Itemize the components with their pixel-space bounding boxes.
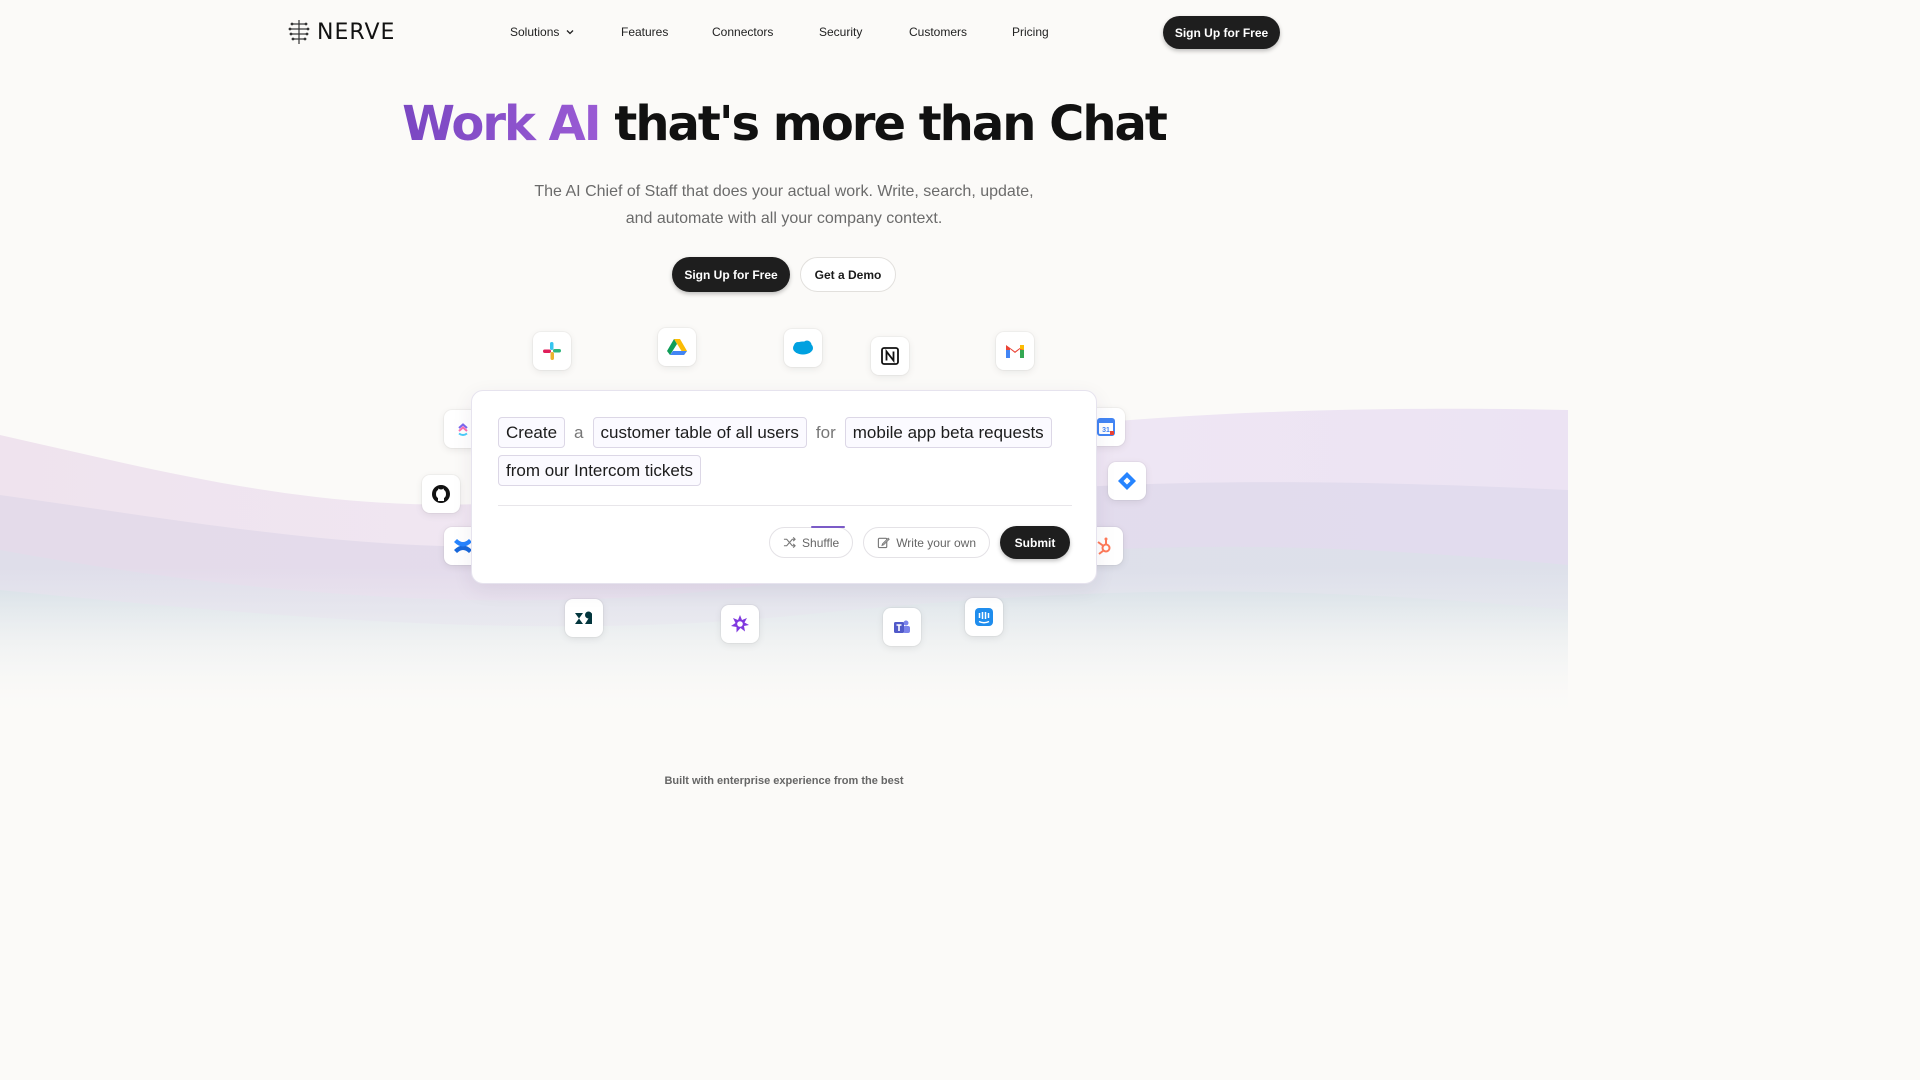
- calendar-day-label: 31: [1102, 427, 1110, 434]
- nav-customers-label: Customers: [909, 25, 968, 39]
- shuffle-progress-bar: [811, 526, 846, 528]
- notion-tile: [871, 337, 909, 375]
- prompt-chip-output[interactable]: customer table of all users: [592, 417, 807, 448]
- jira-icon: [1118, 472, 1136, 490]
- google-drive-tile: [658, 328, 696, 366]
- nav-solutions[interactable]: Solutions: [510, 25, 621, 39]
- intercom-tile: [965, 598, 1003, 636]
- prompt-word-a: a: [574, 422, 584, 442]
- google-calendar-icon: 31: [1097, 418, 1115, 436]
- shuffle-wrap: Shuffle: [769, 526, 854, 558]
- nav-security[interactable]: Security: [819, 25, 909, 39]
- shuffle-button[interactable]: Shuffle: [769, 527, 854, 558]
- prompt-builder: Create a customer table of all users for…: [498, 417, 1078, 486]
- teams-icon: [894, 620, 910, 633]
- get-demo-button[interactable]: Get a Demo: [800, 257, 896, 292]
- submit-button[interactable]: Submit: [1000, 526, 1070, 559]
- edit-icon: [878, 537, 890, 549]
- jira-tile: [1108, 462, 1146, 500]
- zendesk-tile: [565, 599, 603, 637]
- gmail-tile: [996, 332, 1034, 370]
- nav-solutions-label: Solutions: [510, 25, 560, 39]
- teams-tile: [883, 608, 921, 646]
- hero-signup-button[interactable]: Sign Up for Free: [672, 257, 790, 292]
- write-your-own-button[interactable]: Write your own: [863, 527, 990, 558]
- prompt-word-for: for: [815, 422, 836, 442]
- chevron-down-icon: [566, 30, 574, 35]
- intercom-icon: [975, 608, 993, 626]
- slack-icon: [543, 342, 561, 360]
- nerve-logo-icon: [288, 20, 310, 44]
- nav-pricing[interactable]: Pricing: [1012, 25, 1049, 39]
- nav-connectors[interactable]: Connectors: [712, 25, 819, 39]
- prompt-chip-topic[interactable]: mobile app beta requests: [844, 417, 1052, 448]
- write-your-own-label: Write your own: [896, 535, 976, 550]
- hero-subtitle-line-2: and automate with all your company conte…: [625, 210, 943, 227]
- nav-links: Solutions Features Connectors Security C…: [510, 25, 1049, 39]
- notion-icon: [881, 347, 899, 365]
- logo[interactable]: NERVE: [287, 18, 395, 46]
- hero-buttons: Sign Up for Free Get a Demo: [0, 257, 1568, 292]
- nav-customers[interactable]: Customers: [909, 25, 1012, 39]
- hero-title-accent: Work AI: [402, 96, 602, 152]
- hero-title: Work AI that's more than Chat: [0, 96, 1568, 152]
- salesforce-icon: [793, 340, 813, 355]
- hero-subtitle-line-1: The AI Chief of Staff that does your act…: [534, 183, 1034, 200]
- prompt-card: Create a customer table of all users for…: [471, 390, 1097, 584]
- top-nav: NERVE Solutions Features Connectors Secu…: [0, 0, 1568, 64]
- slack-tile: [533, 332, 571, 370]
- github-tile: [422, 475, 460, 513]
- gmail-icon: [1006, 345, 1024, 358]
- google-drive-icon: [667, 339, 687, 355]
- shuffle-icon: [783, 536, 796, 549]
- nav-security-label: Security: [819, 25, 863, 39]
- hero-subtitle: The AI Chief of Staff that does your act…: [484, 178, 1084, 232]
- nav-pricing-label: Pricing: [1012, 25, 1049, 39]
- prompt-chip-action[interactable]: Create: [498, 417, 566, 448]
- salesforce-tile: [784, 329, 822, 367]
- gong-icon: [731, 615, 749, 633]
- github-icon: [432, 485, 450, 503]
- shuffle-label: Shuffle: [802, 535, 840, 550]
- nav-features[interactable]: Features: [621, 25, 712, 39]
- nav-signup-button[interactable]: Sign Up for Free: [1163, 16, 1280, 49]
- logo-text: NERVE: [317, 19, 396, 45]
- gong-tile: [721, 605, 759, 643]
- card-actions: Shuffle Write your own Submit: [769, 526, 1070, 559]
- prompt-chip-source[interactable]: from our Intercom tickets: [498, 455, 702, 486]
- zendesk-icon: [575, 611, 592, 624]
- nav-connectors-label: Connectors: [712, 25, 774, 39]
- card-divider: [498, 505, 1072, 506]
- hero-title-rest: that's more than Chat: [599, 96, 1168, 152]
- enterprise-note: Built with enterprise experience from th…: [664, 775, 904, 787]
- nav-features-label: Features: [621, 25, 669, 39]
